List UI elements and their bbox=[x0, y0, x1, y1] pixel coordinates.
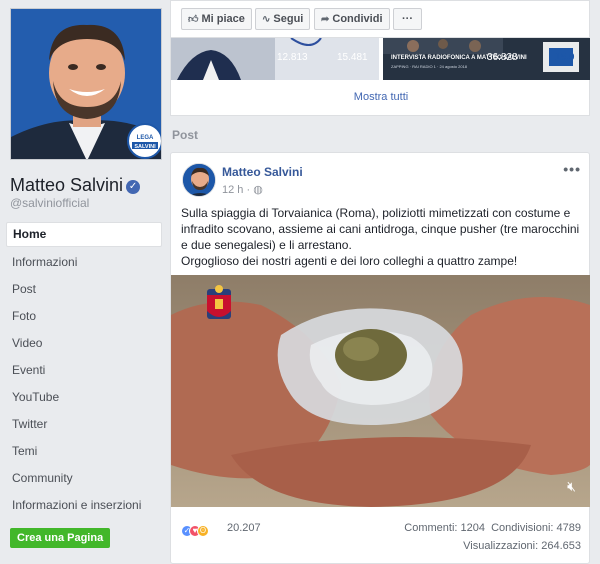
reaction-count[interactable]: 20.207 bbox=[227, 522, 261, 534]
post-card: Matteo Salvini 12 h · ◍ ••• Sulla spiagg… bbox=[170, 152, 590, 564]
shares-count[interactable]: Condivisioni: 4789 bbox=[491, 522, 581, 534]
nav-item-twitter[interactable]: Twitter bbox=[6, 411, 162, 438]
follow-button[interactable]: ∿ Segui bbox=[255, 8, 311, 30]
videos-card: 12.813 15.481 INTERVISTA RADIOFONICA A M… bbox=[170, 38, 590, 116]
thumbs-up-icon: 👍︎ bbox=[188, 14, 199, 25]
nav-item-eventi[interactable]: Eventi bbox=[6, 357, 162, 384]
follow-label: Segui bbox=[273, 13, 304, 25]
page-action-bar: 👍︎ Mi piace ∿ Segui ➦ Condividi ··· bbox=[170, 0, 590, 38]
comments-count[interactable]: Commenti: 1204 bbox=[404, 522, 485, 534]
page-handle[interactable]: @salviniofficial bbox=[10, 196, 89, 210]
create-page-button[interactable]: Crea una Pagina bbox=[10, 528, 111, 548]
section-heading: Post bbox=[172, 128, 199, 142]
nav-item-post[interactable]: Post bbox=[6, 276, 162, 303]
view-count: 36.828 bbox=[487, 52, 518, 63]
rss-icon: ∿ bbox=[262, 14, 271, 25]
like-page-button[interactable]: 👍︎ Mi piace bbox=[181, 8, 252, 30]
post-timestamp[interactable]: 12 h · ◍ bbox=[222, 183, 263, 196]
more-actions-button[interactable]: ··· bbox=[393, 8, 422, 30]
verified-badge-icon: ✓ bbox=[126, 180, 141, 194]
post-options-button[interactable]: ••• bbox=[563, 161, 581, 177]
post-author-link[interactable]: Matteo Salvini bbox=[222, 165, 303, 179]
profile-picture[interactable]: LEGA SALVINI bbox=[10, 8, 162, 160]
nav-item-home[interactable]: Home bbox=[6, 222, 162, 247]
share-button[interactable]: ➦ Condividi bbox=[314, 8, 390, 30]
globe-icon: ◍ bbox=[253, 184, 263, 196]
nav-item-community[interactable]: Community bbox=[6, 465, 162, 492]
post-text-line: infradito scovano, assieme ai cani antid… bbox=[181, 222, 580, 236]
view-count: 15.9 bbox=[555, 52, 575, 63]
nav-item-temi[interactable]: Temi bbox=[6, 438, 162, 465]
nav-item-youtube[interactable]: YouTube bbox=[6, 384, 162, 411]
share-arrow-icon: ➦ bbox=[321, 14, 330, 25]
post-text: Sulla spiaggia di Torvaianica (Roma), po… bbox=[181, 205, 581, 269]
like-label: Mi piace bbox=[201, 13, 245, 25]
post-time-text: 12 h · bbox=[222, 184, 251, 196]
nav-item-foto[interactable]: Foto bbox=[6, 303, 162, 330]
show-all-link[interactable]: Mostra tutti bbox=[171, 91, 591, 103]
svg-text:SALVINI: SALVINI bbox=[134, 144, 156, 150]
avatar[interactable] bbox=[182, 163, 216, 197]
page-name-text[interactable]: Matteo Salvini bbox=[10, 175, 123, 195]
left-column: LEGA SALVINI Matteo Salvini ✓ @salvinioff… bbox=[0, 0, 166, 564]
video-subcaption: ZAPPING · RAI RADIO 1 · 24 agosto 2018 bbox=[391, 64, 468, 69]
page-title[interactable]: Matteo Salvini ✓ bbox=[10, 175, 141, 196]
view-count: 12.813 bbox=[277, 52, 308, 63]
post-text-line: Orgoglioso dei nostri agenti e dei loro … bbox=[181, 254, 518, 268]
page-nav: Home Informazioni Post Foto Video Eventi… bbox=[6, 222, 162, 519]
video-thumbnail[interactable]: INTERVISTA RADIOFONICA A MATTEO SALVINI … bbox=[383, 38, 590, 80]
video-thumbnail[interactable]: 12.813 15.481 bbox=[171, 38, 379, 80]
reactions-icons[interactable]: ✓ ♥ ʘ bbox=[181, 522, 209, 537]
post-text-line: e due senegalesi) e li arrestano. bbox=[181, 238, 352, 252]
haha-reaction-icon: ʘ bbox=[197, 524, 209, 537]
nav-item-informazioni[interactable]: Informazioni bbox=[6, 249, 162, 276]
nav-item-video[interactable]: Video bbox=[6, 330, 162, 357]
post-stats: ✓ ♥ ʘ 20.207 Commenti: 1204 Condivisioni: … bbox=[171, 513, 591, 561]
post-text-line: Sulla spiaggia di Torvaianica (Roma), po… bbox=[181, 206, 571, 220]
share-label: Condividi bbox=[332, 13, 383, 25]
views-count: Visualizzazioni: 264.653 bbox=[463, 540, 581, 552]
view-count: 15.481 bbox=[337, 52, 368, 63]
svg-text:LEGA: LEGA bbox=[137, 135, 154, 141]
stat-comments-shares: Commenti: 1204 Condivisioni: 4789 bbox=[404, 522, 581, 534]
post-video[interactable]: 🔇︎ bbox=[171, 275, 590, 507]
nav-item-info-ads[interactable]: Informazioni e inserzioni bbox=[6, 492, 162, 519]
mute-speaker-icon[interactable]: 🔇︎ bbox=[567, 478, 576, 495]
